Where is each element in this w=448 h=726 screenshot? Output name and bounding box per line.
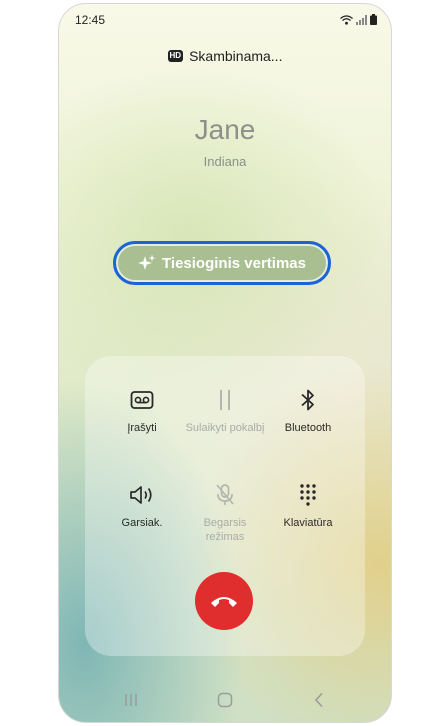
mute-label-line1: Begarsis — [203, 517, 247, 529]
mic-off-icon — [216, 484, 234, 505]
speaker-button[interactable]: Garsiak. — [96, 481, 188, 529]
keypad-button[interactable]: Klaviatūra — [262, 481, 354, 529]
signal-icon — [356, 14, 367, 25]
call-state: HD Skambinama... — [59, 48, 391, 64]
record-button[interactable]: Įrašyti — [96, 386, 188, 434]
mute-button[interactable]: Begarsis režimas — [179, 481, 271, 543]
status-bar: 12:45 — [73, 12, 377, 30]
bluetooth-button[interactable]: Bluetooth — [262, 386, 354, 434]
hold-button[interactable]: Sulaikyti pokalbį — [179, 386, 271, 434]
end-call-button[interactable] — [195, 572, 253, 630]
bluetooth-label: Bluetooth — [284, 422, 332, 434]
keypad-label: Klaviatūra — [283, 517, 333, 529]
voicemail-icon — [130, 391, 154, 409]
navigation-bar — [59, 688, 391, 712]
back-icon — [314, 692, 323, 708]
status-icons — [340, 14, 377, 25]
record-label: Įrašyti — [127, 422, 157, 434]
bluetooth-icon — [301, 389, 314, 411]
hd-voice-badge: HD — [167, 50, 184, 62]
speaker-label: Garsiak. — [121, 517, 163, 529]
hang-up-icon — [211, 597, 237, 607]
live-translate-button[interactable]: Tiesioginis vertimas — [113, 241, 331, 285]
call-state-text: Skambinama... — [189, 48, 283, 64]
back-button[interactable] — [299, 688, 339, 712]
dialpad-icon — [300, 484, 316, 506]
hold-label: Sulaikyti pokalbį — [185, 422, 265, 434]
wifi-icon — [340, 14, 353, 25]
phone-screen: 12:45 HD Skambinama... Jane Indiana Ties… — [58, 3, 392, 723]
live-translate-label: Tiesioginis vertimas — [162, 254, 306, 272]
home-button[interactable] — [205, 688, 245, 712]
contact-location: Indiana — [203, 154, 247, 169]
sparkle-icon — [138, 254, 156, 270]
mute-label-line2: režimas — [205, 531, 245, 543]
home-icon — [217, 692, 233, 708]
pause-icon — [220, 390, 230, 410]
battery-icon — [370, 14, 377, 25]
contact-name: Jane — [194, 114, 256, 145]
status-time: 12:45 — [75, 13, 106, 27]
recent-apps-button[interactable] — [111, 688, 151, 712]
recents-icon — [125, 694, 137, 706]
speaker-icon — [130, 486, 152, 504]
